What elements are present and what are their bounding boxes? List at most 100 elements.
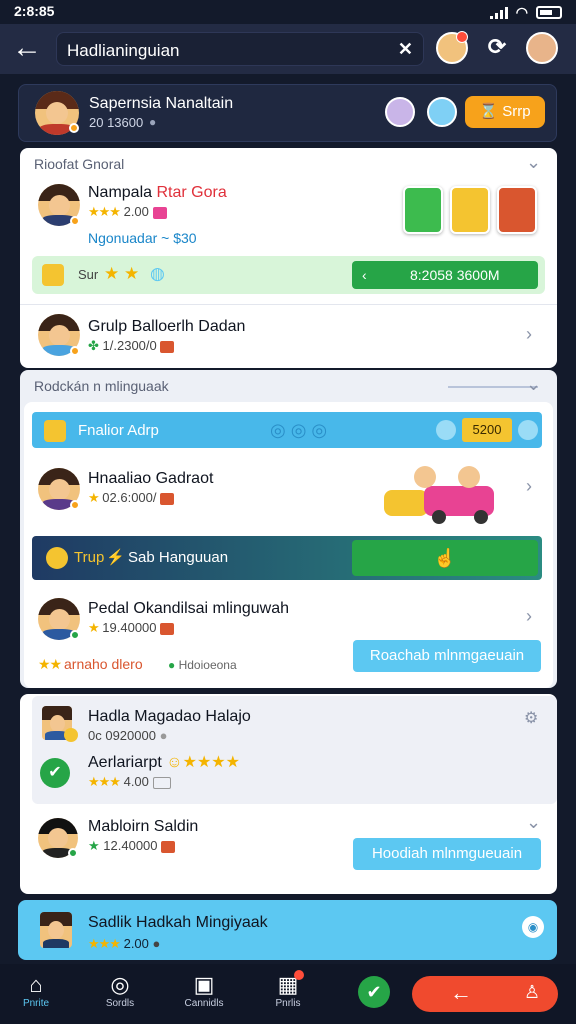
shield-check-icon[interactable]: ✔ xyxy=(358,976,390,1008)
wifi-icon: ◠ xyxy=(515,4,528,20)
profile-points: 20 13600 xyxy=(89,115,144,130)
check-icon xyxy=(436,420,456,440)
player-name: Aerlariarpt ☺★★★★ xyxy=(88,754,240,771)
arrow-left-icon: ← xyxy=(450,980,472,1005)
tag-icon xyxy=(152,776,171,789)
group-name: Grulp Balloerlh Dadan xyxy=(88,318,246,335)
star-icon: ★ xyxy=(88,620,100,635)
badge-icon xyxy=(160,492,175,505)
promo-title: Sab Hanguuan xyxy=(128,549,229,566)
search-input[interactable]: Hadlianinguian ✕ xyxy=(56,32,424,66)
friend-avatar-2[interactable] xyxy=(427,97,457,127)
info-icon: ● xyxy=(159,728,168,743)
chevron-down-icon[interactable]: ⌄ xyxy=(526,374,541,395)
coin-icon: ● xyxy=(149,115,157,129)
nav-home[interactable]: ⌂ Pnrite xyxy=(6,972,66,1009)
nav-profile[interactable]: ▦ Pnrlis xyxy=(258,970,318,1009)
player-link[interactable]: Ngonuadar ~ $30 xyxy=(88,230,197,246)
notification-avatar[interactable] xyxy=(436,31,468,64)
feature-banner[interactable]: Fnalior Adrp ◎ ◎ ◎ 5200 xyxy=(32,412,542,448)
section-title: Rioofat Gnoral xyxy=(34,156,125,172)
bottom-nav: ⌂ Pnrite ◎ Sordls ▣ Cannidls ▦ Pnrlis ✔ … xyxy=(0,964,576,1024)
game-tile-3[interactable] xyxy=(497,186,537,234)
stop-button[interactable]: ⌛ Srrp xyxy=(465,96,545,128)
star-icons: ★★★ xyxy=(88,774,121,789)
nav-search[interactable]: ◎ Sordls xyxy=(90,972,150,1009)
player-name: Mabloirn Saldin xyxy=(88,818,199,835)
player-name: Nampala Rtar Gora xyxy=(88,184,227,201)
divider xyxy=(20,304,557,305)
clear-search-icon[interactable]: ✕ xyxy=(398,39,413,60)
settings-icon xyxy=(518,420,538,440)
promo-button[interactable]: ‹ 8:2058 3600M xyxy=(352,261,538,289)
banner-value: 5200 xyxy=(462,418,512,442)
badge-icon xyxy=(161,840,176,853)
promo-icon xyxy=(42,264,64,286)
chevron-right-icon[interactable]: › xyxy=(526,324,532,345)
player-count: ★ 19.40000 xyxy=(88,620,175,636)
promo-label: Trup xyxy=(74,549,105,566)
banner-icon xyxy=(44,420,66,442)
promo-strip: Trup ⚡ Sab Hanguuan ☝ xyxy=(32,536,542,580)
player-rating: ★★★ 2.00 xyxy=(88,204,167,220)
game-tile-1[interactable] xyxy=(403,186,443,234)
status-time: 2:8:85 xyxy=(14,3,55,19)
calendar-icon: ▦ xyxy=(277,972,299,997)
notification-badge xyxy=(294,970,304,980)
back-button[interactable]: ← xyxy=(12,32,48,66)
status-dot xyxy=(70,216,80,226)
promo-label: Sur xyxy=(78,267,99,282)
star-icon: ★ xyxy=(88,838,100,853)
action-button[interactable]: ← ♙ xyxy=(412,976,558,1012)
activity-section: Hadla Magadao Halajo 0c 0920000 ● ⚙ ✔ Ae… xyxy=(20,694,557,894)
friend-avatar[interactable] xyxy=(385,97,415,127)
medal-icon xyxy=(64,728,78,742)
player-name: Pedal Okandilsai mlinguwah xyxy=(88,600,289,617)
stars-icon: ★ ★ xyxy=(104,264,140,283)
footer-tag: ● Hdoioeona xyxy=(168,658,237,672)
info-icon: ● xyxy=(152,936,161,951)
gear-icon[interactable]: ⚙ xyxy=(524,708,538,728)
divider-line xyxy=(448,386,538,388)
status-bar: 2:8:85 ◠ xyxy=(0,0,576,22)
player-name: Hnaaliao Gadraot xyxy=(88,470,214,487)
hold-button[interactable]: Hoodiah mlnmgueuain xyxy=(353,838,541,870)
chevron-right-icon[interactable]: › xyxy=(526,606,532,627)
group-count: ✤ 1/.2300/0 xyxy=(88,338,175,354)
leaf-icon: ✤ xyxy=(88,338,99,353)
chevron-right-icon[interactable]: › xyxy=(526,476,532,497)
stars-icon: ★★ xyxy=(38,656,64,672)
promo-button[interactable]: ☝ xyxy=(352,540,538,576)
star-icon: ★ xyxy=(88,490,100,505)
footer-label: ★★ arnaho dlero xyxy=(38,656,143,672)
refresh-icon[interactable]: ⟳ xyxy=(484,34,510,60)
check-circle-icon: ● xyxy=(168,658,179,672)
reach-button[interactable]: Roachab mlnmgaeuain xyxy=(353,640,541,672)
person-icon: ♙ xyxy=(524,982,541,1002)
promo-icon xyxy=(46,547,68,569)
notification-badge xyxy=(456,31,468,43)
profile-name: Sapernsia Nanaltain xyxy=(89,95,234,112)
user-avatar[interactable] xyxy=(526,32,558,64)
promo-strip: Sur ★ ★ ◍ ‹ 8:2058 3600M xyxy=(32,256,545,294)
settings-icon[interactable]: ◉ xyxy=(522,916,544,938)
check-icon[interactable]: ✔ xyxy=(40,758,70,788)
battery-icon xyxy=(536,6,562,19)
highlight-card[interactable]: Sadlik Hadkah Mingiyaak ★★★ 2.00 ● ◉ xyxy=(18,900,557,960)
signal-icon xyxy=(489,6,508,19)
chevron-down-icon[interactable]: ⌄ xyxy=(526,812,541,833)
player-count: ★ 12.40000 xyxy=(88,838,176,854)
compass-icon: ◎ xyxy=(110,972,130,997)
highlight-rating: ★★★ 2.00 ● xyxy=(88,936,161,951)
status-dot xyxy=(70,346,80,356)
badge-icon xyxy=(160,340,175,353)
banner-label: Fnalior Adrp xyxy=(78,422,159,439)
nav-cards[interactable]: ▣ Cannidls xyxy=(174,972,234,1009)
cart-illustration xyxy=(384,466,502,524)
game-tile-2[interactable] xyxy=(450,186,490,234)
badge-icon xyxy=(152,206,167,219)
section-title: Rodckán n mlinguaak xyxy=(34,378,169,394)
chevron-down-icon[interactable]: ⌄ xyxy=(526,152,541,173)
bolt-icon: ⚡ xyxy=(106,549,125,566)
player-rating: ★ 02.6:000/ xyxy=(88,490,175,506)
